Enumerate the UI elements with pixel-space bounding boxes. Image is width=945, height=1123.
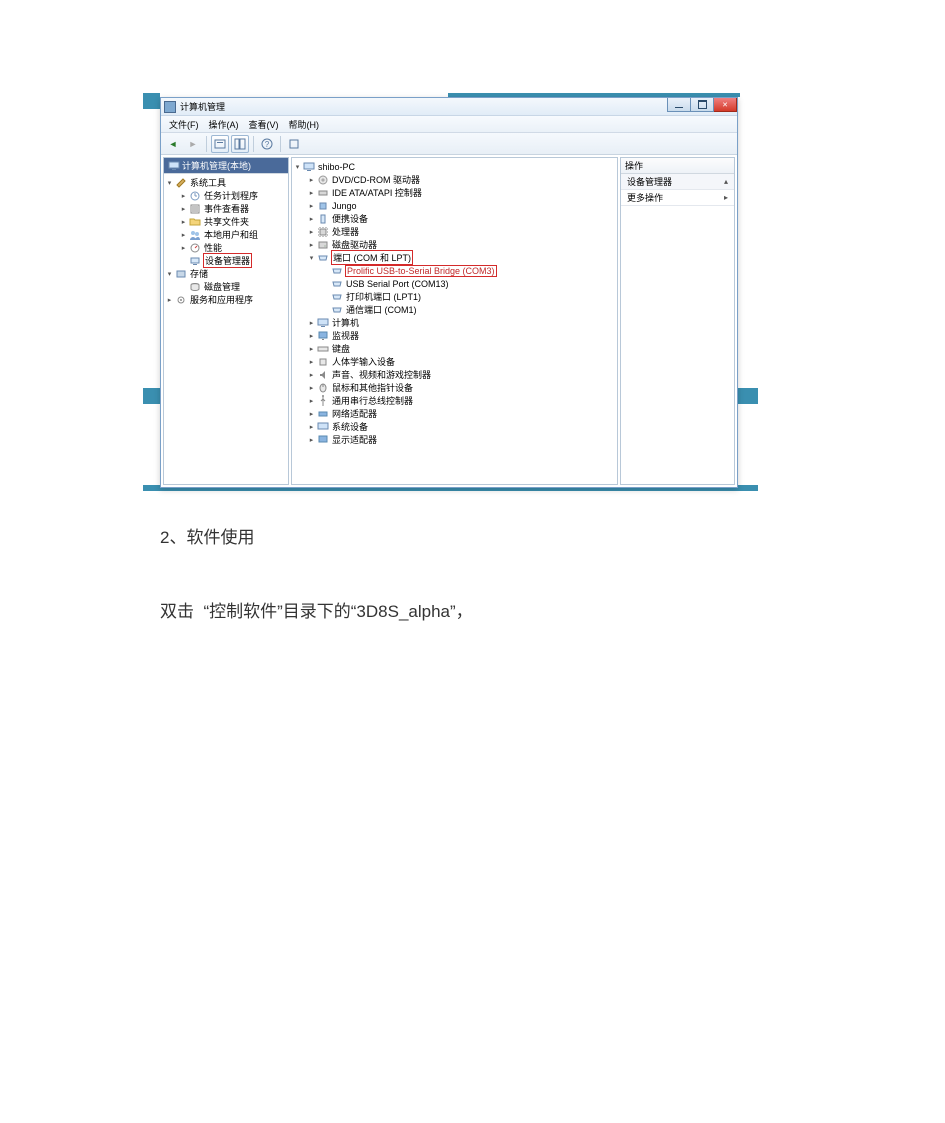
port-icon: [331, 265, 343, 277]
toolbar: ?: [161, 133, 737, 155]
device-ide[interactable]: IDE ATA/ATAPI 控制器: [307, 186, 616, 199]
menubar: 文件(F) 操作(A) 查看(V) 帮助(H): [161, 116, 737, 133]
hid-icon: [317, 356, 329, 368]
window-titlebar[interactable]: 计算机管理: [161, 98, 737, 116]
sound-icon: [317, 369, 329, 381]
toolbar-btn-refresh[interactable]: [285, 135, 303, 153]
computer-icon: [317, 317, 329, 329]
device-display[interactable]: 显示适配器: [307, 433, 616, 446]
menu-help[interactable]: 帮助(H): [285, 116, 324, 133]
gear-icon: [175, 294, 187, 306]
actions-row-devmgr[interactable]: 设备管理器 ▴: [621, 174, 734, 190]
tree-item-event-viewer[interactable]: 事件查看器: [179, 202, 287, 215]
port-icon: [331, 278, 343, 290]
folder-icon: [189, 216, 201, 228]
toolbar-btn-help[interactable]: ?: [258, 135, 276, 153]
device-ports[interactable]: 端口 (COM 和 LPT): [307, 251, 616, 264]
tree-item-shared-folders[interactable]: 共享文件夹: [179, 215, 287, 228]
network-icon: [317, 408, 329, 420]
device-tree: shibo-PC DVD/CD-ROM 驱动器 IDE ATA/ATAPI 控制…: [293, 160, 616, 446]
tree-item-task-scheduler[interactable]: 任务计划程序: [179, 189, 287, 202]
maximize-button[interactable]: [690, 98, 714, 112]
menu-view[interactable]: 查看(V): [245, 116, 283, 133]
tree-item-storage[interactable]: 存储: [165, 267, 287, 280]
device-cpu[interactable]: 处理器: [307, 225, 616, 238]
device-jungo[interactable]: Jungo: [307, 199, 616, 212]
device-com3[interactable]: Prolific USB-to-Serial Bridge (COM3): [321, 264, 616, 277]
device-mouse[interactable]: 鼠标和其他指针设备: [307, 381, 616, 394]
actions-row-more[interactable]: 更多操作 ▸: [621, 190, 734, 206]
actions-panel-header: 操作: [621, 158, 734, 174]
device-dvd[interactable]: DVD/CD-ROM 驱动器: [307, 173, 616, 186]
device-tree-panel: shibo-PC DVD/CD-ROM 驱动器 IDE ATA/ATAPI 控制…: [291, 157, 618, 485]
actions-panel: 操作 设备管理器 ▴ 更多操作 ▸: [620, 157, 735, 485]
usb-icon: [317, 395, 329, 407]
perf-icon: [189, 242, 201, 254]
computer-icon: [303, 161, 315, 173]
doc-heading-2: 2、软件使用: [160, 523, 254, 548]
device-system[interactable]: 系统设备: [307, 420, 616, 433]
device-hid[interactable]: 人体学输入设备: [307, 355, 616, 368]
device-computer[interactable]: 计算机: [307, 316, 616, 329]
app-icon: [164, 101, 176, 113]
toolbar-btn-2[interactable]: [231, 135, 249, 153]
tree-item-system-tools[interactable]: 系统工具: [165, 176, 287, 189]
monitor-icon: [317, 330, 329, 342]
users-icon: [189, 229, 201, 241]
computer-icon: [168, 160, 180, 172]
doc-paragraph: 双击 “控制软件”目录下的“3D8S_alpha”，: [160, 597, 473, 622]
ide-icon: [317, 187, 329, 199]
jungo-icon: [317, 200, 329, 212]
wrench-icon: [175, 177, 187, 189]
device-manager-window: 计算机管理 文件(F) 操作(A) 查看(V) 帮助(H) ?: [160, 97, 738, 488]
display-icon: [317, 434, 329, 446]
minimize-button[interactable]: [667, 98, 691, 112]
nav-back-button[interactable]: [164, 135, 182, 153]
hdd-icon: [317, 239, 329, 251]
toolbar-btn-1[interactable]: [211, 135, 229, 153]
clock-icon: [189, 190, 201, 202]
left-root-label: 计算机管理(本地): [182, 159, 251, 172]
nav-forward-button[interactable]: [184, 135, 202, 153]
tree-item-disk-management[interactable]: 磁盘管理: [179, 280, 287, 293]
left-panel-header: 计算机管理(本地): [164, 158, 288, 174]
keyboard-icon: [317, 343, 329, 355]
device-sound[interactable]: 声音、视频和游戏控制器: [307, 368, 616, 381]
left-tree: 系统工具 任务计划程序 事件查看器 共享文件夹 本地用户和组 性能 设备管理器: [165, 176, 287, 306]
device-network[interactable]: 网络适配器: [307, 407, 616, 420]
disc-icon: [317, 174, 329, 186]
cpu-icon: [317, 226, 329, 238]
disk-icon: [189, 281, 201, 293]
device-keyboard[interactable]: 键盘: [307, 342, 616, 355]
storage-icon: [175, 268, 187, 280]
tree-item-local-users[interactable]: 本地用户和组: [179, 228, 287, 241]
device-monitor[interactable]: 监视器: [307, 329, 616, 342]
close-button[interactable]: [713, 98, 737, 112]
list-icon: [189, 203, 201, 215]
menu-file[interactable]: 文件(F): [165, 116, 203, 133]
port-icon: [317, 252, 329, 264]
window-title: 计算机管理: [180, 100, 225, 113]
svg-text:?: ?: [265, 140, 270, 149]
actions-row-devmgr-label: 设备管理器: [627, 175, 672, 188]
portable-icon: [317, 213, 329, 225]
chevron-up-icon: ▴: [724, 177, 728, 186]
menu-action[interactable]: 操作(A): [205, 116, 243, 133]
tree-item-device-manager[interactable]: 设备管理器: [179, 254, 287, 267]
mouse-icon: [317, 382, 329, 394]
tree-item-services[interactable]: 服务和应用程序: [165, 293, 287, 306]
chevron-right-icon: ▸: [724, 193, 728, 202]
device-lpt1[interactable]: 打印机端口 (LPT1): [321, 290, 616, 303]
port-icon: [331, 291, 343, 303]
device-usb[interactable]: 通用串行总线控制器: [307, 394, 616, 407]
device-root[interactable]: shibo-PC: [293, 160, 616, 173]
system-icon: [317, 421, 329, 433]
device-com13[interactable]: USB Serial Port (COM13): [321, 277, 616, 290]
left-nav-panel: 计算机管理(本地) 系统工具 任务计划程序 事件查看器 共享文件夹: [163, 157, 289, 485]
device-com1[interactable]: 通信端口 (COM1): [321, 303, 616, 316]
device-portable[interactable]: 便携设备: [307, 212, 616, 225]
device-icon: [189, 255, 201, 267]
port-icon: [331, 304, 343, 316]
actions-row-more-label: 更多操作: [627, 191, 663, 204]
